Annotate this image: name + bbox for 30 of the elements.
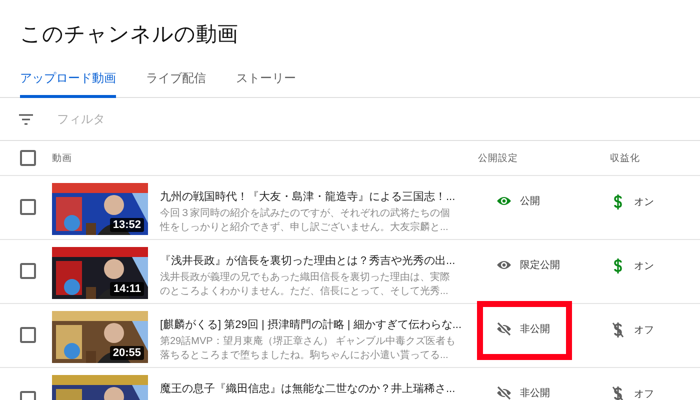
monetization-label[interactable]: オン bbox=[634, 195, 654, 209]
tab[interactable]: ストーリー bbox=[236, 64, 296, 98]
visibility-label[interactable]: 非公開 bbox=[520, 322, 550, 336]
video-description: 第29話MVP：望月東庵（堺正章さん） ギャンブル中毒クズ医者も落ちるところまで堕ちましたね。駒ちゃんにお小遣い貰ってる... bbox=[160, 335, 456, 363]
monetization-label[interactable]: オン bbox=[634, 259, 654, 273]
checkbox[interactable] bbox=[20, 150, 36, 166]
video-duration: 14:11 bbox=[110, 282, 144, 296]
tab[interactable]: ライブ配信 bbox=[146, 64, 206, 98]
video-duration: 13:52 bbox=[110, 218, 144, 232]
page-title: このチャンネルの動画 bbox=[19, 22, 239, 48]
monetization-label[interactable]: オフ bbox=[634, 387, 654, 400]
video-description: 今回３家同時の紹介を試みたのですが、それぞれの武将たちの個性をしっかりと紹介できず、申し訳ございません。大友宗麟と... bbox=[160, 207, 451, 235]
video-title[interactable]: 『浅井長政』が信長を裏切った理由とは？秀吉や光秀の出... bbox=[160, 253, 472, 268]
column-header[interactable]: 動画 bbox=[52, 152, 478, 164]
visibility-label[interactable]: 非公開 bbox=[520, 386, 550, 400]
tab[interactable]: アップロード動画 bbox=[20, 64, 116, 98]
video-title[interactable]: 九州の戦国時代！『大友・島津・龍造寺』による三国志！... bbox=[160, 189, 472, 204]
checkbox[interactable] bbox=[20, 263, 36, 279]
column-header[interactable]: 公開設定 bbox=[478, 152, 610, 164]
video-description: 浅井長政が義理の兄でもあった織田信長を裏切った理由は、実際のところよくわかりません。ただ、信長にとって、そして光秀... bbox=[160, 271, 451, 299]
checkbox[interactable] bbox=[20, 327, 36, 343]
column-header[interactable]: 収益化 bbox=[610, 152, 700, 164]
visibility-label[interactable]: 限定公開 bbox=[520, 258, 560, 272]
video-title[interactable]: [麒麟がくる] 第29回 | 摂津晴門の計略 | 細かすぎて伝わらな... bbox=[160, 317, 472, 332]
filter-icon[interactable] bbox=[19, 114, 33, 124]
video-title[interactable]: 魔王の息子『織田信忠』は無能な二世なのか？井上瑞稀さ... bbox=[160, 381, 472, 396]
visibility-label[interactable]: 公開 bbox=[520, 194, 540, 208]
video-duration: 20:55 bbox=[110, 346, 144, 360]
checkbox[interactable] bbox=[20, 199, 36, 215]
monetization-label[interactable]: オフ bbox=[634, 323, 654, 337]
